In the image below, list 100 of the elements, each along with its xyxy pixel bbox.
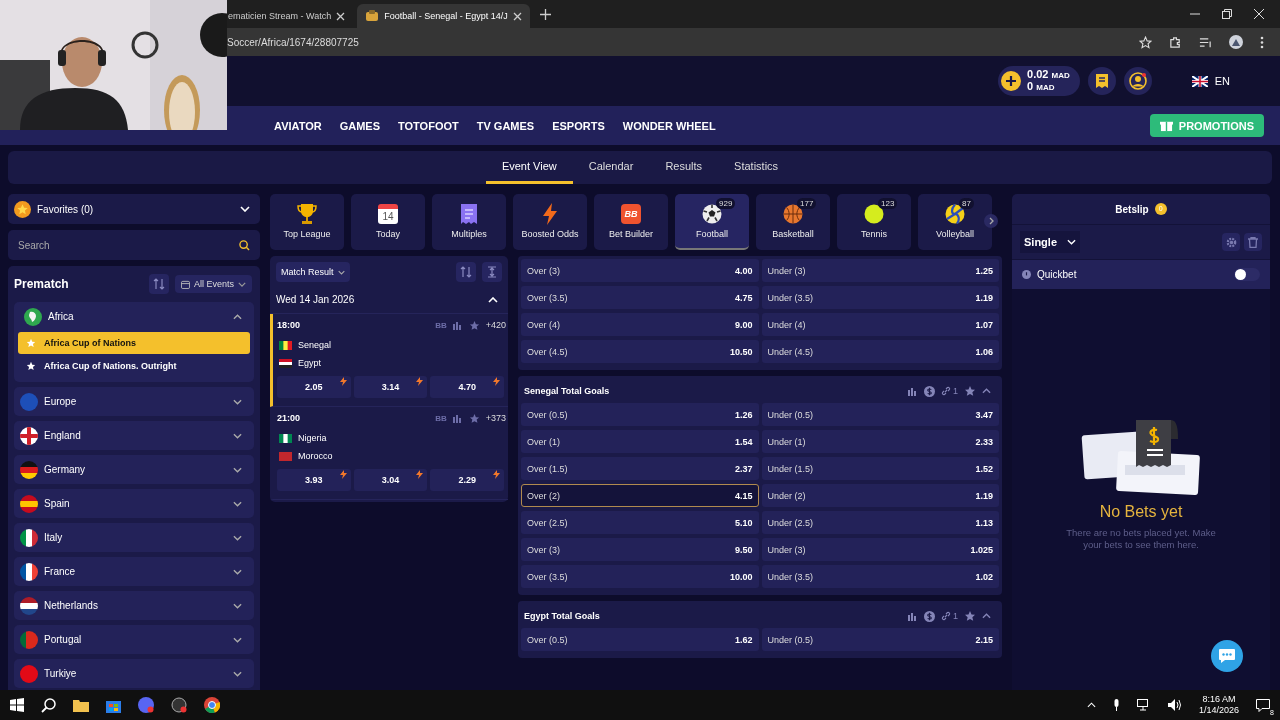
nav-link[interactable]: WONDER WHEEL <box>622 119 716 132</box>
match-card[interactable]: 21:00 BB +373 Nigeria Morocco 3.93 3.04 2.29 <box>270 407 508 500</box>
start-icon[interactable] <box>10 698 24 712</box>
category-tab[interactable]: 87 Volleyball <box>918 194 992 250</box>
odds-button[interactable]: Under (0.5) 2.15 <box>761 628 999 651</box>
star-icon[interactable] <box>964 385 976 397</box>
nav-link[interactable]: ESPORTS <box>552 119 605 132</box>
odds-button[interactable]: Under (3) 1.025 <box>761 538 999 561</box>
region-item[interactable]: Turkiye <box>14 659 254 688</box>
odds-button[interactable]: Over (0.5) 1.62 <box>521 628 759 651</box>
dollar-coin-icon[interactable] <box>924 385 935 397</box>
betslip-icon[interactable] <box>1087 67 1116 95</box>
stats-icon[interactable] <box>908 386 918 396</box>
odds-button[interactable]: 2.29 <box>430 469 504 491</box>
category-tab[interactable]: 177 Basketball <box>756 194 830 250</box>
odds-button[interactable]: 4.70 <box>430 376 504 398</box>
close-icon[interactable] <box>1254 9 1264 19</box>
bet-type-dropdown[interactable]: Single <box>1020 231 1080 253</box>
category-tab[interactable]: Top League <box>270 194 344 250</box>
region-item[interactable]: Europe <box>14 387 254 416</box>
search-icon[interactable] <box>41 697 56 713</box>
odds-button[interactable]: Under (3.5) 1.02 <box>761 565 999 588</box>
stats-icon[interactable] <box>452 320 463 330</box>
odds-button[interactable]: Under (2) 1.19 <box>761 484 999 507</box>
link-icon[interactable] <box>941 386 951 396</box>
app-icon[interactable] <box>138 697 154 713</box>
region-item[interactable]: England <box>14 421 254 450</box>
category-tab[interactable]: 929 Football <box>675 194 749 250</box>
collapse-icon[interactable] <box>482 262 502 282</box>
stats-icon[interactable] <box>908 611 918 621</box>
odds-button[interactable]: 3.14 <box>353 376 428 398</box>
search-icon[interactable] <box>239 240 250 251</box>
more-markets-link[interactable]: +373 <box>485 413 506 423</box>
caret-icon[interactable] <box>1086 702 1096 708</box>
region-item[interactable]: Spain <box>14 489 254 518</box>
odds-button[interactable]: Under (1.5) 1.52 <box>761 457 999 480</box>
market-dropdown[interactable]: Match Result <box>276 262 350 282</box>
league-item[interactable]: Africa Cup of Nations. Outright <box>18 355 250 377</box>
app-icon[interactable] <box>171 697 187 713</box>
odds-button[interactable]: Under (4) 1.07 <box>761 313 999 336</box>
favorites-dropdown[interactable]: Favorites (0) <box>8 194 260 224</box>
region-item[interactable]: Germany <box>14 455 254 484</box>
category-tab[interactable]: Boosted Odds <box>513 194 587 250</box>
odds-button[interactable]: Over (3) 4.00 <box>521 259 759 282</box>
star-icon[interactable] <box>964 610 976 622</box>
star-icon[interactable] <box>468 319 480 331</box>
delete-icon[interactable] <box>1244 233 1262 251</box>
odds-button[interactable]: Over (3.5) 4.75 <box>521 286 759 309</box>
view-tab[interactable]: Results <box>649 151 719 184</box>
category-tab[interactable]: Multiples <box>432 194 506 250</box>
microphone-icon[interactable] <box>1112 699 1120 711</box>
odds-button[interactable]: Over (4) 9.00 <box>521 313 759 336</box>
menu-icon[interactable] <box>1260 35 1264 49</box>
region-item[interactable]: France <box>14 557 254 586</box>
nav-link[interactable]: AVIATOR <box>274 119 322 132</box>
region-item[interactable]: Africa <box>14 302 254 331</box>
odds-button[interactable]: Over (0.5) 1.26 <box>521 403 759 426</box>
browser-tab[interactable]: ematicien Stream - Watch <box>228 4 354 28</box>
view-tab[interactable]: Statistics <box>718 151 795 184</box>
volume-icon[interactable] <box>1167 699 1182 711</box>
folder-icon[interactable] <box>73 698 89 712</box>
region-item[interactable]: Italy <box>14 523 254 552</box>
odds-button[interactable]: Over (4.5) 10.50 <box>521 340 759 363</box>
dollar-coin-icon[interactable] <box>924 610 935 622</box>
odds-button[interactable]: Over (2) 4.15 <box>521 484 759 507</box>
network-icon[interactable] <box>1136 699 1151 711</box>
odds-button[interactable]: Under (4.5) 1.06 <box>761 340 999 363</box>
sort-icon[interactable] <box>456 262 476 282</box>
quickbet-toggle[interactable] <box>1234 268 1260 281</box>
search-field[interactable]: Search <box>8 230 260 260</box>
link-icon[interactable] <box>941 611 951 621</box>
balance-panel[interactable]: 0.02 MAD 0 MAD <box>998 66 1080 96</box>
plus-icon[interactable] <box>1001 71 1022 91</box>
odds-button[interactable]: Over (3) 9.50 <box>521 538 759 561</box>
info-icon[interactable] <box>1022 270 1031 279</box>
more-markets-link[interactable]: +420 <box>485 320 506 330</box>
odds-button[interactable]: Under (3.5) 1.19 <box>761 286 999 309</box>
nav-link[interactable]: TV GAMES <box>476 119 535 132</box>
odds-button[interactable]: Over (3.5) 10.00 <box>521 565 759 588</box>
close-icon[interactable] <box>336 11 346 21</box>
region-item[interactable]: Netherlands <box>14 591 254 620</box>
media-icon[interactable] <box>1199 35 1212 49</box>
user-icon[interactable] <box>1123 67 1152 95</box>
star-icon[interactable] <box>468 412 480 424</box>
odds-button[interactable]: Over (1.5) 2.37 <box>521 457 759 480</box>
odds-button[interactable]: 2.05 <box>277 376 351 398</box>
odds-button[interactable]: Over (2.5) 5.10 <box>521 511 759 534</box>
region-item[interactable]: Portugal <box>14 625 254 654</box>
restore-icon[interactable] <box>1222 9 1232 19</box>
nav-link[interactable]: GAMES <box>339 119 380 132</box>
category-tab[interactable]: 14 Today <box>351 194 425 250</box>
language-selector[interactable]: EN <box>1191 75 1230 87</box>
odds-button[interactable]: Over (1) 1.54 <box>521 430 759 453</box>
settings-icon[interactable] <box>1222 233 1240 251</box>
next-icon[interactable] <box>984 214 998 228</box>
category-tab[interactable]: 123 Tennis <box>837 194 911 250</box>
odds-button[interactable]: 3.04 <box>353 469 428 491</box>
odds-button[interactable]: Under (0.5) 3.47 <box>761 403 999 426</box>
new-tab-icon[interactable] <box>539 8 551 20</box>
extensions-icon[interactable] <box>1169 35 1182 49</box>
